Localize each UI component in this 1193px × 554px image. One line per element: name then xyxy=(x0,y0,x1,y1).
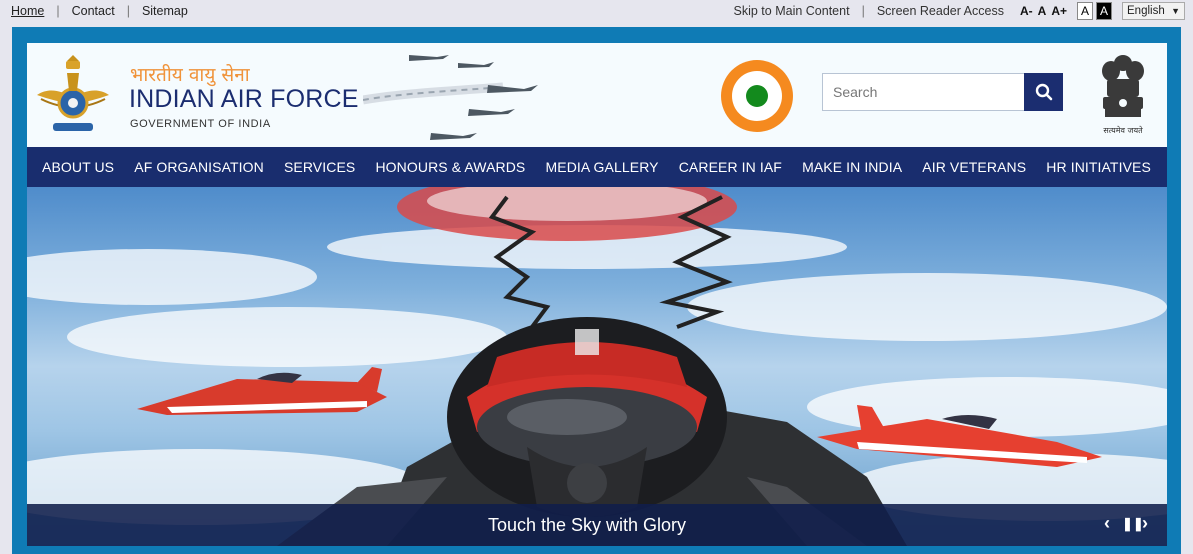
search-input[interactable] xyxy=(822,73,1025,111)
language-selected: English xyxy=(1127,5,1165,17)
language-select[interactable]: English ▼ xyxy=(1122,2,1185,20)
site-header: भारतीय वायु सेना INDIAN AIR FORCE GOVERN… xyxy=(27,43,1167,147)
nav-media-gallery[interactable]: MEDIA GALLERY xyxy=(546,159,659,175)
divider: | xyxy=(861,4,865,18)
contrast-high-button[interactable]: A xyxy=(1096,2,1112,20)
pause-slide-button[interactable]: ❚❚ xyxy=(1122,516,1144,532)
next-slide-button[interactable]: › xyxy=(1142,513,1148,534)
slider-caption-bar: Touch the Sky with Glory ‹ ❚❚ › xyxy=(27,504,1167,546)
hero-slider[interactable]: Touch the Sky with Glory ‹ ❚❚ › xyxy=(27,187,1167,546)
chevron-down-icon: ▼ xyxy=(1171,6,1180,16)
nav-services[interactable]: SERVICES xyxy=(284,159,355,175)
main-nav: ABOUT US AF ORGANISATION SERVICES HONOUR… xyxy=(27,147,1167,187)
left-jet xyxy=(137,367,387,415)
skip-to-content-link[interactable]: Skip to Main Content xyxy=(734,4,850,18)
contact-link[interactable]: Contact xyxy=(72,4,115,18)
nav-make-in-india[interactable]: MAKE IN INDIA xyxy=(802,159,902,175)
jets-formation-image xyxy=(363,55,538,140)
top-links: Home | Contact | Sitemap xyxy=(11,4,188,18)
iaf-roundel-icon xyxy=(721,60,793,132)
nav-honours-awards[interactable]: HONOURS & AWARDS xyxy=(375,159,525,175)
hindi-title: भारतीय वायु सेना xyxy=(130,64,250,86)
site-subtitle: GOVERNMENT OF INDIA xyxy=(130,118,271,130)
nav-career-in-iaf[interactable]: CAREER IN IAF xyxy=(679,159,782,175)
iaf-crest-logo[interactable] xyxy=(35,51,111,139)
nav-af-organisation[interactable]: AF ORGANISATION xyxy=(134,159,264,175)
top-utility-bar: Home | Contact | Sitemap Skip to Main Co… xyxy=(0,0,1193,24)
sitemap-link[interactable]: Sitemap xyxy=(142,4,188,18)
accessibility-tools: Skip to Main Content | Screen Reader Acc… xyxy=(734,2,1185,20)
screen-reader-link[interactable]: Screen Reader Access xyxy=(877,4,1004,18)
font-increase-button[interactable]: A+ xyxy=(1051,4,1067,18)
national-emblem-logo: सत्यमेव जयते xyxy=(1102,55,1144,135)
font-normal-button[interactable]: A xyxy=(1038,4,1047,18)
search-icon xyxy=(1035,83,1052,101)
search-button[interactable] xyxy=(1024,73,1063,111)
home-link[interactable]: Home xyxy=(11,4,44,18)
nav-air-veterans[interactable]: AIR VETERANS xyxy=(922,159,1026,175)
hero-slide-image xyxy=(27,187,1167,546)
prev-slide-button[interactable]: ‹ xyxy=(1104,513,1110,534)
site-title[interactable]: INDIAN AIR FORCE xyxy=(129,85,359,114)
nav-hr-initiatives[interactable]: HR INITIATIVES xyxy=(1046,159,1151,175)
emblem-motto: सत्यमेव जयते xyxy=(1103,125,1143,135)
contrast-normal-button[interactable]: A xyxy=(1077,2,1093,20)
nav-about-us[interactable]: ABOUT US xyxy=(42,159,114,175)
font-decrease-button[interactable]: A- xyxy=(1020,4,1033,18)
divider: | xyxy=(56,4,60,18)
slider-caption: Touch the Sky with Glory xyxy=(487,515,687,535)
divider: | xyxy=(126,4,130,18)
